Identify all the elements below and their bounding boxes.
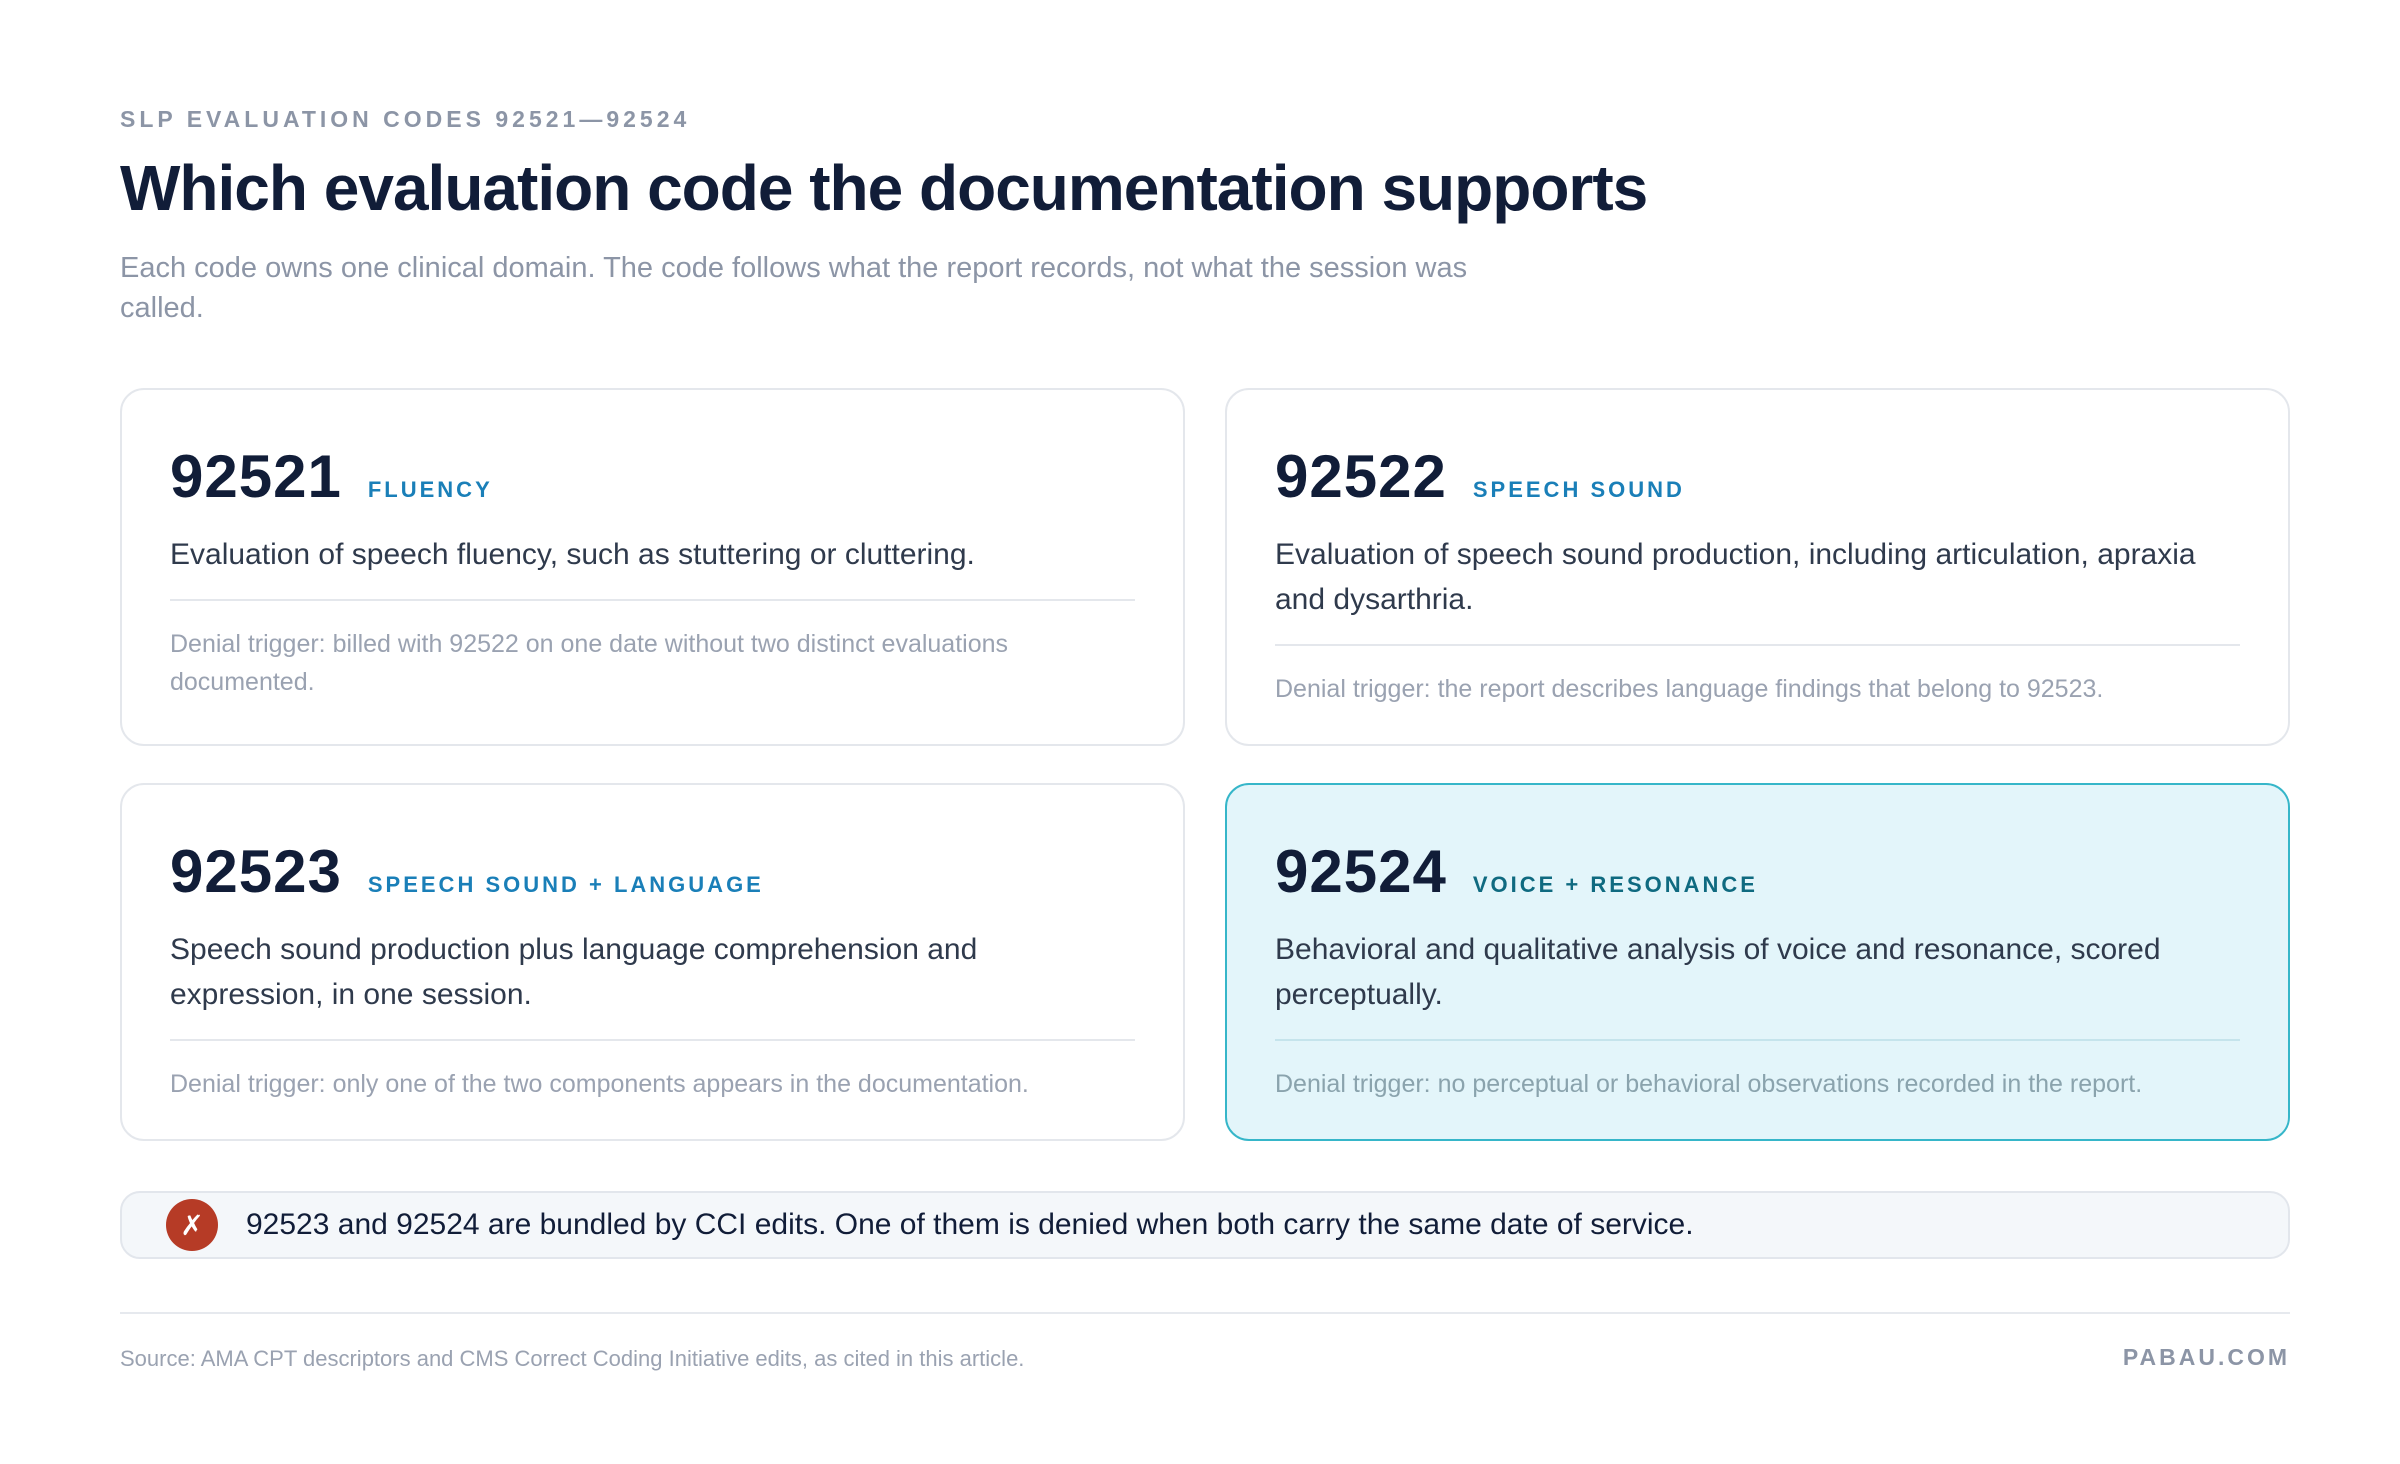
- page-title: Which evaluation code the documentation …: [120, 152, 1648, 224]
- eyebrow-label: SLP EVALUATION CODES 92521—92524: [120, 106, 691, 132]
- card-divider: [1275, 1039, 2240, 1041]
- denial-trigger: Denial trigger: the report describes lan…: [1275, 675, 2104, 703]
- denial-trigger: Denial trigger: billed with 92522 on one…: [170, 630, 1009, 696]
- card-header: 92524 VOICE + RESONANCE: [1275, 837, 2240, 905]
- code-number: 92521: [170, 443, 342, 510]
- source-citation: Source: AMA CPT descriptors and CMS Corr…: [120, 1346, 1025, 1371]
- denial-trigger: Denial trigger: only one of the two comp…: [170, 1070, 1029, 1098]
- card-header: 92521 FLUENCY: [170, 442, 1135, 510]
- domain-label: SPEECH SOUND + LANGUAGE: [367, 872, 764, 897]
- card-header: 92522 SPEECH SOUND: [1275, 442, 2240, 510]
- page: SLP EVALUATION CODES 92521—92524 Which e…: [120, 0, 2290, 1464]
- code-number: 92523: [170, 838, 342, 905]
- card-divider: [170, 1039, 1135, 1041]
- page-subtitle: Each code owns one clinical domain. The …: [120, 252, 1468, 324]
- domain-label: VOICE + RESONANCE: [1472, 872, 1758, 897]
- bundling-warning-note: ✗ 92523 and 92524 are bundled by CCI edi…: [120, 1191, 2290, 1259]
- code-description: Speech sound production plus language co…: [170, 933, 978, 1011]
- denial-trigger: Denial trigger: no perceptual or behavio…: [1275, 1070, 2143, 1098]
- bundling-warning-text: 92523 and 92524 are bundled by CCI edits…: [246, 1208, 1694, 1241]
- cross-icon: ✗: [166, 1199, 218, 1251]
- card-divider: [1275, 644, 2240, 646]
- code-card-92524: 92524 VOICE + RESONANCE Behavioral and q…: [1225, 783, 2290, 1141]
- code-description: Evaluation of speech sound production, i…: [1275, 538, 2196, 616]
- domain-label: SPEECH SOUND: [1472, 477, 1685, 502]
- code-card-92521: 92521 FLUENCY Evaluation of speech fluen…: [120, 388, 1185, 746]
- card-divider: [170, 599, 1135, 601]
- code-card-92523: 92523 SPEECH SOUND + LANGUAGE Speech sou…: [120, 783, 1185, 1141]
- code-number: 92522: [1275, 443, 1447, 510]
- domain-label: FLUENCY: [367, 477, 493, 502]
- code-card-grid: 92521 FLUENCY Evaluation of speech fluen…: [120, 388, 2290, 1141]
- code-number: 92524: [1275, 838, 1447, 905]
- card-header: 92523 SPEECH SOUND + LANGUAGE: [170, 837, 1135, 905]
- footer-divider: [120, 1312, 2290, 1314]
- code-card-92522: 92522 SPEECH SOUND Evaluation of speech …: [1225, 388, 2290, 746]
- code-description: Behavioral and qualitative analysis of v…: [1275, 933, 2161, 1011]
- code-description: Evaluation of speech fluency, such as st…: [170, 538, 975, 571]
- brand-logo-text: PABAU.COM: [2122, 1344, 2290, 1370]
